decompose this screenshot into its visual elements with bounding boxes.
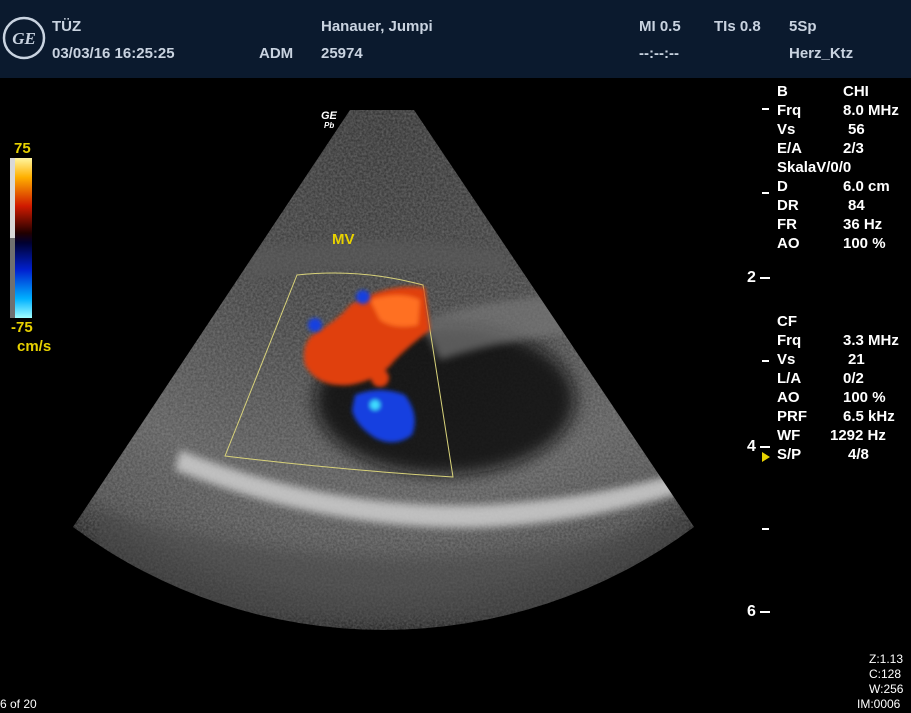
param-key: S/P xyxy=(777,446,802,463)
param-value: 2/3 xyxy=(843,140,864,157)
width-readout: W:256 xyxy=(869,682,904,696)
param-value: 3.3 MHz xyxy=(843,332,899,349)
param-value: 8.0 MHz xyxy=(843,102,899,119)
depth-tick xyxy=(762,360,769,362)
param-key: B xyxy=(777,83,788,100)
param-key: AO xyxy=(777,389,800,406)
param-value: 21 xyxy=(848,351,865,368)
param-key: D xyxy=(777,178,788,195)
param-value: 56 xyxy=(848,121,865,138)
depth-tick xyxy=(762,192,769,194)
depth-tick xyxy=(760,277,770,279)
param-key: L/A xyxy=(777,370,802,387)
param-key: Vs xyxy=(777,121,796,138)
param-key: FR xyxy=(777,216,797,233)
zoom-readout: Z:1.13 xyxy=(869,652,904,666)
param-value: CHI xyxy=(843,83,869,100)
param-value: 36 Hz xyxy=(843,216,883,233)
param-value: 100 % xyxy=(843,389,886,406)
focus-marker-icon xyxy=(762,452,770,462)
color-scale-bar xyxy=(15,158,32,318)
color-scale-unit: cm/s xyxy=(17,338,52,355)
contrast-readout: C:128 xyxy=(869,667,902,681)
depth-tick xyxy=(762,108,769,110)
param-key: AO xyxy=(777,235,800,252)
frame-counter: 6 of 20 xyxy=(0,697,37,711)
param-value: 6.0 cm xyxy=(843,178,890,195)
param-value: 4/8 xyxy=(848,446,869,463)
color-scale-max: 75 xyxy=(14,140,31,157)
depth-label-4: 4 xyxy=(747,438,756,455)
depth-tick xyxy=(760,611,770,613)
image-number: IM:0006 xyxy=(857,697,901,711)
mv-label: MV xyxy=(332,231,355,248)
param-value: 0/2 xyxy=(843,370,864,387)
param-key: CF xyxy=(777,313,797,330)
ultrasound-image xyxy=(10,110,770,630)
depth-label-6: 6 xyxy=(747,603,756,620)
cf-params: CF Frq 3.3 MHz Vs 21 L/A 0/2 AO 100 % PRF 6.5… xyxy=(777,313,911,465)
color-scale-min: -75 xyxy=(11,319,33,336)
param-key: WF xyxy=(777,427,801,444)
param-key: Frq xyxy=(777,102,802,119)
param-key: PRF xyxy=(777,408,807,425)
param-key: Frq xyxy=(777,332,802,349)
param-value: 6.5 kHz xyxy=(843,408,895,425)
param-key: DR xyxy=(777,197,799,214)
depth-tick xyxy=(762,528,769,530)
bmode-params: B CHI Frq 8.0 MHz Vs 56 E/A 2/3 SkalaV/0/0 D… xyxy=(777,83,911,254)
probe-mark-sub: Pb xyxy=(324,121,335,130)
param-value: 100 % xyxy=(843,235,886,252)
param-key: E/A xyxy=(777,140,803,157)
param-value: 1292 Hz xyxy=(830,427,886,444)
param-value: 84 xyxy=(848,197,865,214)
depth-label-2: 2 xyxy=(747,269,756,286)
depth-tick xyxy=(760,446,770,448)
param-key: Vs xyxy=(777,351,796,368)
param-key: SkalaV/0/0 xyxy=(777,159,852,176)
